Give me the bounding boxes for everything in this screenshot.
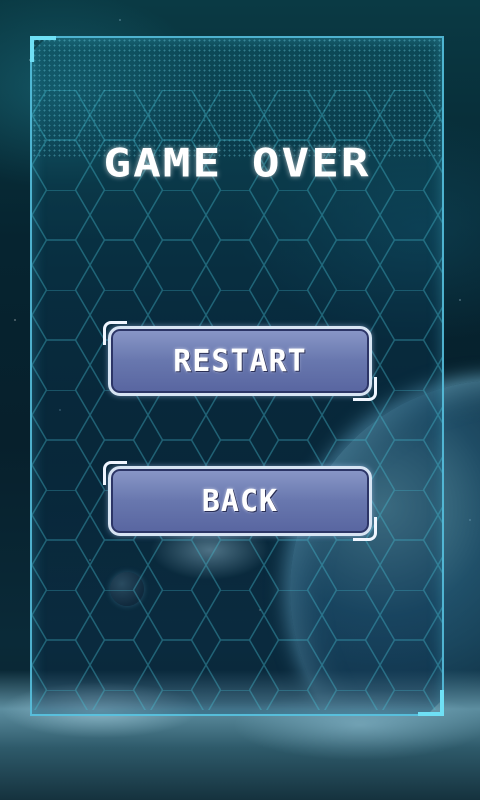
game-over-title: GAME OVER [103, 140, 371, 186]
restart-button[interactable]: RESTART [103, 321, 377, 401]
restart-button-label: RESTART [173, 343, 307, 379]
game-over-screen: GAME OVER RESTART BACK [0, 0, 480, 800]
back-button-label: BACK [201, 483, 279, 519]
frame-corner-bottom-right [418, 690, 444, 716]
frame-corner-top-left [30, 36, 56, 62]
back-button[interactable]: BACK [103, 461, 377, 541]
